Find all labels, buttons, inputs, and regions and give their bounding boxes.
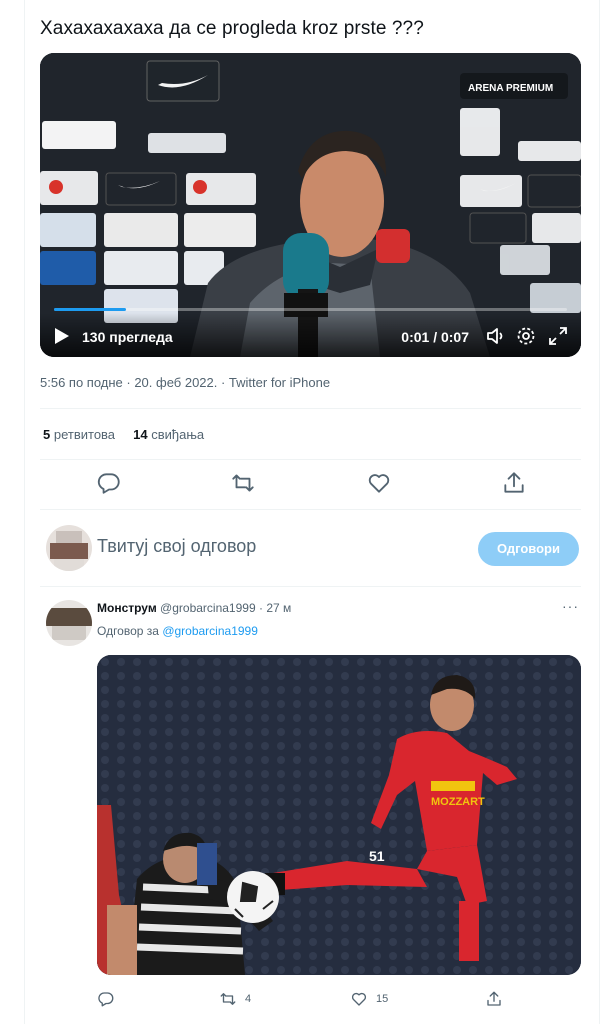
video-timecode: 0:01 / 0:07: [401, 329, 469, 345]
tweet-action-bar: [96, 470, 536, 496]
broadcaster-logo: ARENA PREMIUM: [468, 83, 553, 94]
fullscreen-icon[interactable]: [547, 325, 569, 347]
reply-like-action[interactable]: 15: [350, 988, 388, 1010]
divider: [40, 509, 581, 510]
reply-compose-input[interactable]: Твитуј свој одговор: [97, 536, 256, 557]
share-icon[interactable]: [485, 990, 503, 1008]
likes-label[interactable]: свиђања: [151, 427, 204, 442]
reply-retweet-count: 4: [245, 993, 252, 1005]
reply-reply-action[interactable]: [97, 988, 115, 1010]
retweet-icon[interactable]: [230, 470, 256, 496]
video-frame: ARENA PREMIUM: [40, 53, 581, 357]
divider: [40, 459, 581, 460]
jersey-number: 51: [369, 848, 385, 864]
reply-retweet-action[interactable]: 4: [219, 988, 251, 1010]
avatar[interactable]: [46, 600, 92, 646]
video-view-count: 130 прегледа: [82, 329, 173, 345]
video-progress-track[interactable]: [54, 308, 567, 311]
replying-to-prefix: Одговор за: [97, 624, 159, 638]
reply-icon[interactable]: [96, 470, 122, 496]
reply-author-handle[interactable]: @grobarcina1999: [160, 601, 256, 615]
football-action-photo: MOZZART 51: [97, 655, 581, 975]
divider: [40, 586, 581, 587]
reply-like-count: 15: [376, 993, 389, 1005]
reply-submit-button[interactable]: Одговори: [478, 532, 579, 566]
reply-dot-separator: ·: [258, 601, 263, 615]
reply-header: Монструм @grobarcina1999 · 27 м: [97, 601, 291, 615]
video-player[interactable]: ARENA PREMIUM 130 прегледа 0:01 / 0:07: [40, 53, 581, 357]
tweet-timestamp-source[interactable]: 5:56 по подне · 20. феб 2022. · Twitter …: [40, 375, 330, 390]
avatar[interactable]: [46, 525, 92, 571]
share-icon[interactable]: [501, 470, 527, 496]
tweet-text: Хахахахахаха да се progleda kroz prste ?…: [40, 18, 424, 39]
play-icon[interactable]: [54, 327, 70, 345]
reply-share-action[interactable]: [485, 988, 503, 1010]
retweet-icon[interactable]: [219, 990, 237, 1008]
replying-to: Одговор за @grobarcina1999: [97, 624, 258, 638]
like-icon[interactable]: [366, 470, 392, 496]
retweets-count[interactable]: 5: [43, 427, 50, 442]
likes-count[interactable]: 14: [133, 427, 147, 442]
replying-to-handle[interactable]: @grobarcina1999: [162, 624, 258, 638]
reply-icon[interactable]: [97, 990, 115, 1008]
volume-icon[interactable]: [485, 325, 507, 347]
more-options-icon[interactable]: ···: [562, 598, 579, 614]
settings-gear-icon[interactable]: [515, 325, 537, 347]
jersey-sponsor-text: MOZZART: [431, 796, 485, 808]
divider: [40, 408, 581, 409]
tweet-stats: 5 ретвитова 14 свиђања: [43, 427, 204, 442]
like-icon[interactable]: [350, 990, 368, 1008]
reply-action-bar: 4 15: [97, 988, 527, 1010]
video-progress-fill: [54, 308, 126, 311]
reply-time[interactable]: 27 м: [266, 601, 291, 615]
retweets-label[interactable]: ретвитова: [54, 427, 115, 442]
reply-photo[interactable]: MOZZART 51: [97, 655, 581, 975]
reply-author-name[interactable]: Монструм: [97, 601, 157, 615]
